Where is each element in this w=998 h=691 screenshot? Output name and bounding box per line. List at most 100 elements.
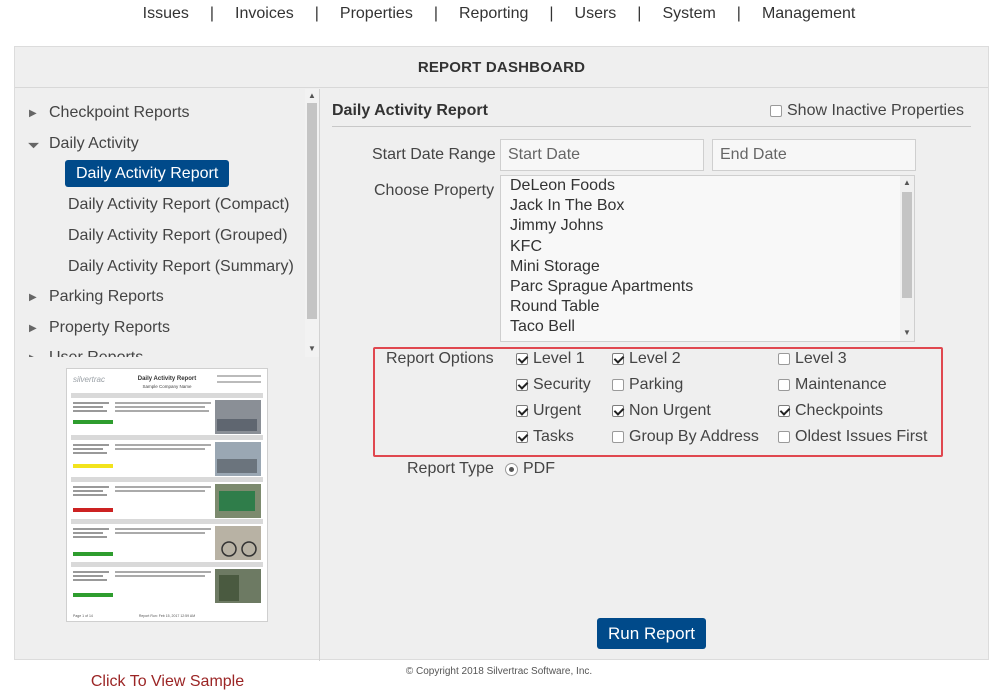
show-inactive-label: Show Inactive Properties [787,102,964,119]
tree-item-label: Daily Activity [49,135,139,152]
scroll-thumb[interactable] [307,103,317,319]
sample-title: Daily Activity Report [138,376,196,382]
panel-title: REPORT DASHBOARD [15,47,988,88]
scroll-down-icon[interactable]: ▼ [308,344,316,353]
nav-system[interactable]: System [662,5,715,23]
option-label: Checkpoints [795,402,884,419]
caret-right-icon: ▶ [29,107,37,119]
tree-item-label: Parking Reports [49,288,164,305]
sample-report-thumbnail[interactable]: silvertrac Daily Activity Report Sample … [66,368,268,622]
option-oldest-issues-first[interactable]: Oldest Issues First [778,428,927,446]
show-inactive-checkbox[interactable] [770,105,782,117]
report-tree: ▶ Checkpoint Reports ◢ Daily Activity Da… [15,89,305,357]
tree-scrollbar[interactable]: ▲ ▼ [305,89,319,357]
report-type-pdf[interactable]: PDF [505,460,555,478]
option-label: Urgent [533,402,582,419]
option-label: Level 1 [533,350,585,367]
oldest-issues-first-checkbox[interactable] [778,431,790,443]
property-option[interactable]: Mini Storage [501,257,914,277]
tree-item-property-reports[interactable]: ▶ Property Reports [29,319,170,337]
option-level-2[interactable]: Level 2 [612,350,681,368]
scroll-up-icon[interactable]: ▲ [903,178,911,187]
caret-down-icon: ◢ [26,135,41,150]
property-option[interactable]: DeLeon Foods [501,176,914,196]
nav-users[interactable]: Users [575,5,617,23]
property-scrollbar[interactable]: ▲ ▼ [900,176,914,341]
option-label: Parking [629,376,684,393]
option-maintenance[interactable]: Maintenance [778,376,887,394]
choose-property-label: Choose Property [374,182,495,199]
option-parking[interactable]: Parking [612,376,683,394]
tree-item-daily-activity-compact[interactable]: Daily Activity Report (Compact) [68,196,289,214]
caret-right-icon: ▶ [29,353,49,358]
nav-separator: | [433,5,438,22]
tree-item-daily-activity-grouped[interactable]: Daily Activity Report (Grouped) [68,227,288,245]
caret-right-icon: ▶ [29,322,37,334]
option-label: Maintenance [795,376,887,393]
pdf-radio[interactable] [505,462,518,476]
checkpoints-checkbox[interactable] [778,405,790,417]
nav-separator: | [736,5,741,22]
tree-item-daily-activity-report[interactable]: Daily Activity Report [65,160,230,187]
tree-item-label: Property Reports [49,319,170,336]
option-non-urgent[interactable]: Non Urgent [612,402,711,420]
parking-checkbox[interactable] [612,379,624,391]
property-option[interactable]: Jack In The Box [501,196,914,216]
report-options-label: Report Options [386,350,494,367]
sample-company: Sample Company Name [142,384,192,389]
scroll-up-icon[interactable]: ▲ [308,91,316,100]
option-level-1[interactable]: Level 1 [516,350,585,368]
option-label: Tasks [533,428,574,445]
tree-item-parking-reports[interactable]: ▶ Parking Reports [29,288,164,306]
urgent-checkbox[interactable] [516,405,528,417]
property-option[interactable]: Taco Bell [501,317,914,337]
property-option[interactable]: Round Table [501,297,914,317]
level-1-checkbox[interactable] [516,353,528,365]
property-option[interactable]: Parc Sprague Apartments [501,277,914,297]
run-report-button[interactable]: Run Report [597,618,706,649]
scroll-down-icon[interactable]: ▼ [903,328,911,337]
group-by-address-checkbox[interactable] [612,431,624,443]
option-label: Group By Address [629,428,759,445]
scroll-thumb[interactable] [902,192,912,298]
nav-properties[interactable]: Properties [340,5,413,23]
nav-invoices[interactable]: Invoices [235,5,294,23]
tree-item-daily-activity-summary[interactable]: Daily Activity Report (Summary) [68,258,294,276]
top-navigation: Issues | Invoices | Properties | Reporti… [0,0,998,30]
maintenance-checkbox[interactable] [778,379,790,391]
start-date-input[interactable] [500,139,704,171]
option-checkpoints[interactable]: Checkpoints [778,402,883,420]
non-urgent-checkbox[interactable] [612,405,624,417]
property-option[interactable]: KFC [501,237,914,257]
level-3-checkbox[interactable] [778,353,790,365]
end-date-input[interactable] [712,139,916,171]
tree-item-user-reports[interactable]: ▶ User Reports [29,349,143,357]
nav-management[interactable]: Management [762,5,855,23]
sample-footer-center: Report Run: Feb 15, 2017 12:59 AM [139,614,195,618]
report-title: Daily Activity Report [332,102,488,119]
caret-right-icon: ▶ [29,291,37,303]
level-2-checkbox[interactable] [612,353,624,365]
tree-item-checkpoint-reports[interactable]: ▶ Checkpoint Reports [29,104,190,122]
option-tasks[interactable]: Tasks [516,428,574,446]
option-urgent[interactable]: Urgent [516,402,581,420]
option-label: Level 3 [795,350,847,367]
option-label: Security [533,376,591,393]
show-inactive-toggle[interactable]: Show Inactive Properties [770,102,964,120]
nav-separator: | [549,5,554,22]
tasks-checkbox[interactable] [516,431,528,443]
report-form: Daily Activity Report Show Inactive Prop… [321,89,989,661]
property-option[interactable]: Jimmy Johns [501,216,914,236]
property-listbox[interactable]: DeLeon Foods Jack In The Box Jimmy Johns… [500,175,915,342]
nav-issues[interactable]: Issues [143,5,189,23]
nav-reporting[interactable]: Reporting [459,5,528,23]
security-checkbox[interactable] [516,379,528,391]
title-divider [332,126,971,127]
tree-item-daily-activity[interactable]: ◢ Daily Activity [26,135,139,153]
option-group-by-address[interactable]: Group By Address [612,428,759,446]
option-level-3[interactable]: Level 3 [778,350,847,368]
tree-item-label: Checkpoint Reports [49,104,190,121]
report-type-label: Report Type [407,460,494,477]
option-security[interactable]: Security [516,376,591,394]
sample-report-image: silvertrac Daily Activity Report Sample … [67,369,267,621]
